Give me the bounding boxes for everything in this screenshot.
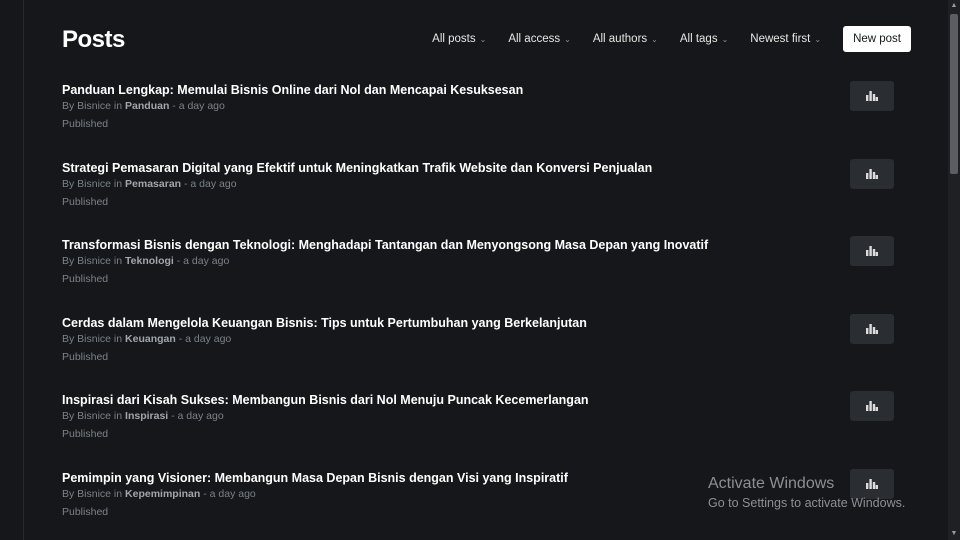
vertical-scrollbar[interactable]: ▲ ▼ [948,0,960,540]
post-title[interactable]: Transformasi Bisnis dengan Teknologi: Me… [62,238,708,252]
post-tag[interactable]: Pemasaran [125,178,181,190]
post-tag[interactable]: Kepemimpinan [125,488,200,500]
post-tag[interactable]: Inspirasi [125,410,168,422]
post-item[interactable]: Inspirasi dari Kisah Sukses: Membangun B… [62,386,894,464]
scroll-down-arrow-icon[interactable]: ▼ [948,528,960,540]
watermark-title: Activate Windows [708,475,835,492]
post-meta: By Bisnice in Panduan - a day ago [62,100,225,112]
post-author: By Bisnice in [62,410,123,423]
filter-label: All tags [679,33,718,45]
post-time: - a day ago [203,487,256,500]
post-item[interactable]: Strategi Pemasaran Digital yang Efektif … [62,154,894,232]
bar-chart-icon [866,401,878,412]
scrollbar-thumb[interactable] [950,14,958,174]
post-item[interactable]: Transformasi Bisnis dengan Teknologi: Me… [62,231,894,309]
chevron-down-icon: ⌄ [479,35,487,44]
post-meta: By Bisnice in Teknologi - a day ago [62,255,229,267]
chevron-down-icon: ⌄ [564,35,571,44]
filter-all-access[interactable]: All access ⌄ [508,33,570,45]
post-meta: By Bisnice in Keuangan - a day ago [62,333,231,345]
post-tag[interactable]: Keuangan [125,333,176,345]
new-post-button[interactable]: New post [843,26,911,52]
analytics-button[interactable] [850,81,894,111]
filter-label: All access [508,33,561,45]
filter-all-tags[interactable]: All tags ⌄ [680,33,728,45]
filter-all-authors[interactable]: All authors ⌄ [593,33,658,45]
post-time: - a day ago [171,410,224,423]
post-meta: By Bisnice in Kepemimpinan - a day ago [62,488,256,500]
post-author: By Bisnice in [62,332,123,345]
post-item[interactable]: Panduan Lengkap: Memulai Bisnis Online d… [62,76,894,154]
analytics-button[interactable] [850,313,894,344]
post-list: Panduan Lengkap: Memulai Bisnis Online d… [62,76,894,540]
chevron-down-icon: ⌄ [651,35,658,44]
chevron-down-icon: ⌄ [814,35,822,44]
filter-label: All authors [592,33,648,45]
post-meta: By Bisnice in Inspirasi - a day ago [62,410,224,422]
bar-chart-icon [866,246,878,257]
analytics-button[interactable] [850,158,894,189]
bar-chart-icon [866,168,878,179]
post-status: Published [62,505,109,518]
filter-bar: All posts ⌄ All access ⌄ All authors ⌄ A… [432,26,911,52]
bar-chart-icon [866,323,878,334]
post-status: Published [62,428,109,441]
scroll-up-arrow-icon[interactable]: ▲ [948,0,960,12]
post-tag[interactable]: Teknologi [125,255,174,267]
analytics-button[interactable] [850,236,894,267]
post-title[interactable]: Inspirasi dari Kisah Sukses: Membangun B… [62,393,589,407]
filter-sort-order[interactable]: Newest first ⌄ [750,33,821,45]
post-status: Published [62,195,109,208]
post-status: Published [62,118,109,130]
sidebar-edge [0,0,24,540]
post-author: By Bisnice in [62,177,123,190]
post-tag[interactable]: Panduan [125,100,169,112]
activate-windows-watermark: Activate Windows Go to Settings to activ… [708,474,905,512]
post-meta: By Bisnice in Pemasaran - a day ago [62,178,237,190]
post-title[interactable]: Cerdas dalam Mengelola Keuangan Bisnis: … [62,316,587,330]
post-author: By Bisnice in [62,487,123,500]
watermark-subtitle: Go to Settings to activate Windows. [708,496,906,510]
post-author: By Bisnice in [62,100,123,112]
post-time: - a day ago [172,100,225,112]
post-time: - a day ago [184,177,237,190]
filter-all-posts[interactable]: All posts ⌄ [432,33,486,45]
filter-label: Newest first [750,33,811,45]
post-author: By Bisnice in [62,255,123,268]
post-time: - a day ago [178,332,232,345]
post-title[interactable]: Strategi Pemasaran Digital yang Efektif … [62,161,652,175]
bar-chart-icon [866,91,878,101]
page-title: Posts [62,26,125,53]
post-title[interactable]: Pemimpin yang Visioner: Membangun Masa D… [62,471,568,485]
post-item[interactable]: Cerdas dalam Mengelola Keuangan Bisnis: … [62,309,894,387]
post-title[interactable]: Panduan Lengkap: Memulai Bisnis Online d… [62,83,523,97]
filter-label: All posts [432,33,476,45]
post-status: Published [62,350,109,363]
chevron-down-icon: ⌄ [721,35,729,44]
post-time: - a day ago [176,255,230,268]
analytics-button[interactable] [850,391,894,422]
post-status: Published [62,273,109,286]
